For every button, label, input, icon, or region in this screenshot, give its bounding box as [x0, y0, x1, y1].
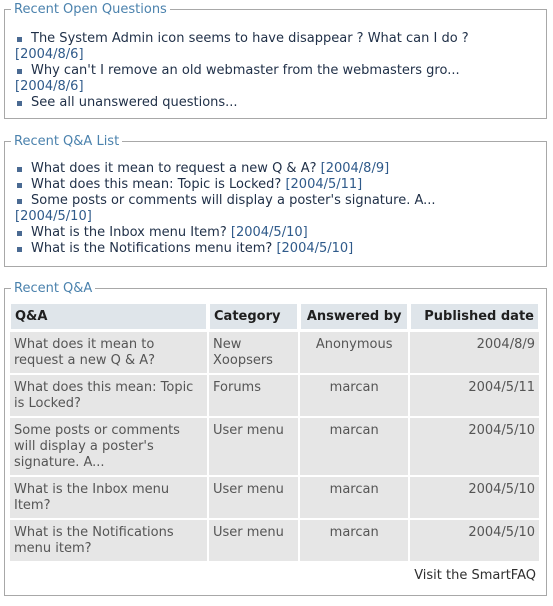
see-all-unanswered-item[interactable]: See all unanswered questions...	[5, 95, 546, 111]
recent-qa-list-panel: Recent Q&A List What does it mean to req…	[4, 134, 547, 267]
qa-published-date: 2004/5/11	[410, 375, 539, 416]
visit-smartfaq-link[interactable]: Visit the SmartFAQ	[414, 568, 536, 583]
qa-list-date: [2004/8/9]	[320, 161, 390, 176]
qa-list-item[interactable]: Some posts or comments will display a po…	[5, 193, 546, 225]
qa-list-date: [2004/5/11]	[285, 177, 363, 192]
qa-list-date: [2004/5/10]	[276, 241, 354, 256]
open-question-link[interactable]: Why can't I remove an old webmaster from…	[31, 63, 460, 78]
qa-list-item[interactable]: What does it mean to request a new Q & A…	[5, 161, 546, 177]
table-row: What is the Inbox menu Item? User menu m…	[10, 477, 539, 518]
qa-category-link[interactable]: User menu	[209, 520, 299, 561]
column-header-qa: Q&A	[10, 303, 207, 330]
qa-answered-by[interactable]: marcan	[300, 375, 408, 416]
open-question-item[interactable]: The System Admin icon seems to have disa…	[5, 31, 546, 63]
bullet-icon	[17, 37, 22, 42]
open-questions-list: The System Admin icon seems to have disa…	[5, 31, 546, 111]
qa-category-link[interactable]: Forums	[209, 375, 299, 416]
qa-list-date: [2004/5/10]	[230, 225, 308, 240]
see-all-unanswered-link[interactable]: See all unanswered questions...	[31, 95, 238, 110]
open-question-date: [2004/8/6]	[15, 47, 84, 62]
qa-list-link[interactable]: Some posts or comments will display a po…	[31, 193, 436, 208]
recent-qa-title: Recent Q&A	[14, 281, 93, 296]
qa-published-date: 2004/5/10	[410, 477, 539, 518]
column-header-published-date: Published date	[410, 303, 539, 330]
table-header-row: Q&A Category Answered by Published date	[10, 303, 539, 330]
bullet-icon	[17, 231, 22, 236]
qa-answered-by[interactable]: marcan	[300, 477, 408, 518]
open-question-item[interactable]: Why can't I remove an old webmaster from…	[5, 63, 546, 95]
recent-open-questions-panel: Recent Open Questions The System Admin i…	[4, 2, 547, 119]
qa-published-date: 2004/8/9	[410, 332, 539, 373]
qa-question-link[interactable]: What is the Inbox menu Item?	[10, 477, 207, 518]
qa-question-link[interactable]: What does this mean: Topic is Locked?	[10, 375, 207, 416]
table-row: What is the Notifications menu item? Use…	[10, 520, 539, 561]
recent-qa-panel: Recent Q&A Q&A Category Answered by Publ…	[4, 281, 547, 596]
qa-list-item[interactable]: What is the Inbox menu Item? [2004/5/10]	[5, 225, 546, 241]
bullet-icon	[17, 199, 22, 204]
qa-list-item[interactable]: What is the Notifications menu item? [20…	[5, 241, 546, 257]
open-question-link[interactable]: The System Admin icon seems to have disa…	[31, 31, 469, 46]
table-row: What does it mean to request a new Q & A…	[10, 332, 539, 373]
bullet-icon	[17, 247, 22, 252]
qa-question-link[interactable]: What is the Notifications menu item?	[10, 520, 207, 561]
bullet-icon	[17, 183, 22, 188]
qa-list-link[interactable]: What does this mean: Topic is Locked?	[31, 177, 281, 192]
qa-list-date: [2004/5/10]	[15, 209, 92, 224]
qa-list-link[interactable]: What does it mean to request a new Q & A…	[31, 161, 317, 176]
recent-open-questions-title: Recent Open Questions	[14, 2, 167, 17]
column-header-answered-by: Answered by	[300, 303, 408, 330]
qa-answered-by: Anonymous	[300, 332, 408, 373]
table-row: Some posts or comments will display a po…	[10, 418, 539, 475]
qa-list-link[interactable]: What is the Notifications menu item?	[31, 241, 272, 256]
qa-answered-by[interactable]: marcan	[300, 418, 408, 475]
qa-category-link[interactable]: User menu	[209, 477, 299, 518]
qa-category-link[interactable]: User menu	[209, 418, 299, 475]
qa-list-item[interactable]: What does this mean: Topic is Locked? [2…	[5, 177, 546, 193]
bullet-icon	[17, 101, 22, 106]
qa-category-link[interactable]: New Xoopsers	[209, 332, 299, 373]
qa-published-date: 2004/5/10	[410, 520, 539, 561]
qa-answered-by[interactable]: marcan	[300, 520, 408, 561]
qa-list-link[interactable]: What is the Inbox menu Item?	[31, 225, 227, 240]
qa-question-link[interactable]: What does it mean to request a new Q & A…	[10, 332, 207, 373]
recent-qa-table: Q&A Category Answered by Published date …	[8, 301, 541, 563]
column-header-category: Category	[209, 303, 299, 330]
recent-qa-list-title: Recent Q&A List	[14, 134, 120, 149]
open-question-date: [2004/8/6]	[15, 79, 84, 94]
qa-published-date: 2004/5/10	[410, 418, 539, 475]
qa-list: What does it mean to request a new Q & A…	[5, 161, 546, 257]
bullet-icon	[17, 69, 22, 74]
table-row: What does this mean: Topic is Locked? Fo…	[10, 375, 539, 416]
qa-question-link[interactable]: Some posts or comments will display a po…	[10, 418, 207, 475]
bullet-icon	[17, 167, 22, 172]
